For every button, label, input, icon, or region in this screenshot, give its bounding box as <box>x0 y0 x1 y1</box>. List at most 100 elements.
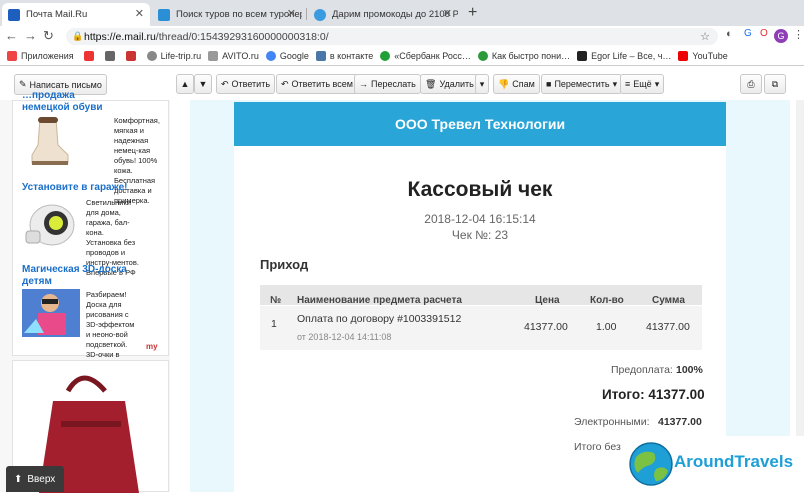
delete-menu-button[interactable]: ▾ <box>475 74 489 94</box>
lock-icon: 🔒 <box>72 31 84 41</box>
pencil-icon: ✎ <box>19 79 27 89</box>
bookmark-apps[interactable]: Приложения <box>7 50 74 61</box>
watermark-logo: AroundTravels <box>622 436 804 492</box>
company-name: ООО Тревел Технологии <box>394 116 566 132</box>
arrow-up-icon: ⬆ <box>14 473 23 485</box>
tab-strip: Почта Mail.Ru ✕ Поиск туров по всем туро… <box>0 0 804 26</box>
row-price: 41377.00 <box>524 321 568 333</box>
row-number: 1 <box>271 318 277 330</box>
menu-icon[interactable]: ⋮ <box>793 28 804 41</box>
thumbs-down-icon: 👎 <box>498 78 510 89</box>
bookmark-vk[interactable]: в контакте <box>315 50 373 61</box>
prepay-label: Предоплата: <box>611 364 673 376</box>
next-button[interactable]: ▼ <box>194 74 212 94</box>
scroll-top-button[interactable]: ⬆ Вверх <box>6 466 64 492</box>
electronic-value: 41377.00 <box>658 416 702 428</box>
bookmark-howto[interactable]: Как быстро пони… <box>477 50 570 61</box>
popout-button[interactable]: ⧉ <box>764 74 786 94</box>
new-tab-button[interactable]: + <box>468 4 477 22</box>
forward-button[interactable]: → Переслать <box>354 74 421 94</box>
more-button[interactable]: ≡ Ещё ▾ <box>620 74 665 94</box>
bookmark-google[interactable]: Google <box>265 50 309 61</box>
tab-title: Поиск туров по всем туропер <box>176 9 302 20</box>
close-icon[interactable]: ✕ <box>287 7 296 20</box>
mytarget-icon[interactable]: my <box>146 342 158 351</box>
extension-icon[interactable]: ◐ <box>726 28 733 40</box>
trash-icon: 🗑 <box>425 78 437 89</box>
forward-icon[interactable]: → <box>24 28 37 43</box>
row-name: Оплата по договору #1003391512 <box>297 313 462 325</box>
opera-icon[interactable]: O <box>760 28 768 39</box>
scrollbar[interactable] <box>796 100 804 492</box>
col-name: Наименование предмета расчета <box>297 295 462 306</box>
receipt-total: Итого: 41377.00 <box>602 387 705 402</box>
receipt-header: ООО Тревел Технологии <box>234 102 726 146</box>
receipt-number: Чек №: 23 <box>451 228 509 242</box>
move-button[interactable]: ■ Переместить ▾ <box>541 74 623 94</box>
reply-button[interactable]: ↶ Ответить <box>216 74 276 94</box>
bookmark-yandex[interactable] <box>83 50 98 61</box>
reply-all-icon: ↶ <box>281 78 289 89</box>
avatar[interactable]: G <box>774 29 788 43</box>
globe-logo-icon <box>629 442 673 486</box>
col-price: Цена <box>535 295 560 306</box>
external-window-icon: ⧉ <box>771 78 779 89</box>
reply-icon: ↶ <box>221 78 229 89</box>
ad-title[interactable]: …продажа немецкой обуви <box>22 90 122 114</box>
vk-icon <box>315 50 326 61</box>
ad-boot-image[interactable] <box>22 115 72 167</box>
tab-mail[interactable]: Почта Mail.Ru ✕ <box>2 3 150 26</box>
close-icon[interactable]: ✕ <box>443 7 452 20</box>
apps-icon <box>7 50 17 61</box>
forward-arrow-icon: → <box>359 79 368 89</box>
print-button[interactable]: ⎙ <box>740 74 762 94</box>
plus-icon <box>477 50 488 61</box>
close-icon[interactable]: ✕ <box>135 7 144 20</box>
bookmark-youtube[interactable]: YouTube <box>678 50 728 61</box>
translate-icon[interactable]: G <box>744 28 752 39</box>
chevron-down-icon: ▾ <box>654 78 660 89</box>
google-icon <box>265 50 276 61</box>
bookmark-sber[interactable]: «Сбербанк Росс… <box>380 50 471 61</box>
arrow-down-icon: ▼ <box>198 79 208 89</box>
el-icon <box>577 50 588 61</box>
ad-title[interactable]: Магическая 3D-доска детям <box>22 264 132 288</box>
spam-button[interactable]: 👎 Спам <box>493 74 540 94</box>
receipt-datetime: 2018-12-04 16:15:14 <box>424 212 536 226</box>
tab-tours[interactable]: Поиск туров по всем туропер ✕ <box>152 3 302 26</box>
list-icon: ≡ <box>625 79 631 89</box>
bookmark-avito[interactable]: AVITO.ru <box>208 50 259 61</box>
ad-title[interactable]: Установите в гараже! <box>22 182 127 194</box>
ad-text[interactable]: Разбираем! Доска для рисования с 3D-эффе… <box>86 290 140 370</box>
tab-title: Дарим промокоды до 2100 Р <box>332 9 458 20</box>
youtube-icon <box>678 50 689 61</box>
delete-button[interactable]: 🗑 Удалить <box>420 74 479 94</box>
page-icon <box>208 50 219 61</box>
electronic-label: Электронными: <box>574 416 650 428</box>
ad-lamp-image[interactable] <box>22 197 80 253</box>
bookmark-2[interactable] <box>104 50 119 61</box>
bookmark-egorlife[interactable]: Egor Life – Все, ч… <box>577 50 671 61</box>
tab-promo[interactable]: Дарим промокоды до 2100 Р ✕ <box>308 3 458 26</box>
section-title: Приход <box>260 257 309 272</box>
folder-icon: ■ <box>546 79 552 89</box>
gmail-icon <box>125 50 136 61</box>
url-field[interactable]: 🔒 https://e.mail.ru/thread/0:15439293160… <box>66 28 718 45</box>
reload-icon[interactable]: ↻ <box>43 28 54 44</box>
prev-button[interactable]: ▲ <box>176 74 194 94</box>
search-tours-icon <box>158 8 170 21</box>
ad-sidebar: …продажа немецкой обуви Комфортная, мягк… <box>0 90 170 493</box>
ad-board-image[interactable] <box>22 289 80 337</box>
globe-icon <box>146 50 157 61</box>
row-sub: от 2018-12-04 14:11:08 <box>297 332 392 342</box>
mailru-icon <box>8 8 20 21</box>
bookmark-gmail[interactable] <box>125 50 140 61</box>
star-icon[interactable]: ☆ <box>700 30 710 43</box>
back-icon[interactable]: ← <box>5 28 18 43</box>
sberbank-icon <box>380 50 391 61</box>
reply-all-button[interactable]: ↶ Ответить всем <box>276 74 358 94</box>
url-path: /thread/0:15439293160000000318:0/ <box>155 30 329 43</box>
globe-icon <box>314 8 326 21</box>
bookmark-lifetrip[interactable]: Life-trip.ru <box>146 50 201 61</box>
tab-title: Почта Mail.Ru <box>26 9 88 20</box>
